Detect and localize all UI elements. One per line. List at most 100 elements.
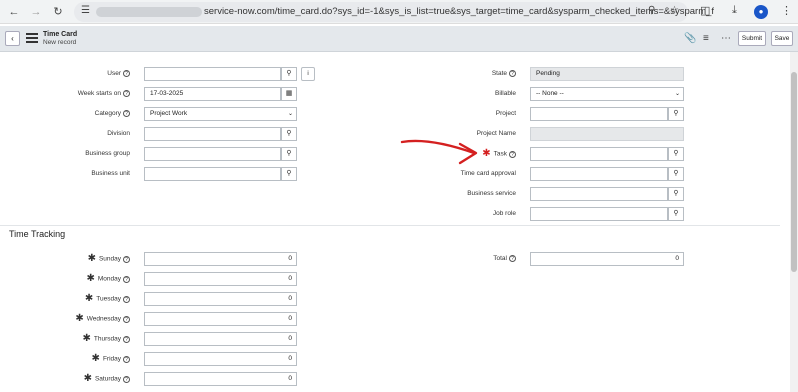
day-hours-input[interactable]: 0 — [144, 372, 297, 386]
required-asterisk-icon: ✱ — [91, 353, 100, 364]
user-input[interactable] — [144, 67, 281, 81]
project-label: Project — [495, 110, 516, 117]
search-icon[interactable]: ⚲ — [281, 67, 297, 81]
forward-arrow-icon[interactable]: → — [28, 4, 44, 20]
category-select[interactable]: Project Work ⌄ — [144, 107, 297, 121]
help-icon: ? — [123, 375, 130, 383]
total-input[interactable]: 0 — [530, 252, 684, 266]
help-icon: ? — [509, 69, 516, 77]
job-role-label: Job role — [492, 210, 516, 217]
day-label: ✱ Tuesday? — [40, 294, 130, 304]
search-icon[interactable]: ⚲ — [668, 147, 684, 161]
help-icon: ? — [123, 255, 130, 263]
search-icon[interactable]: ⚲ — [668, 167, 684, 181]
day-label: ✱ Sunday? — [40, 254, 130, 264]
menu-icon[interactable]: ⋮ — [781, 4, 792, 17]
calendar-icon[interactable]: ▦ — [281, 87, 297, 101]
help-icon: ? — [123, 355, 130, 363]
day-label: ✱ Thursday? — [40, 334, 130, 344]
day-label: ✱ Friday? — [40, 354, 130, 364]
search-icon[interactable]: ⚲ — [281, 127, 297, 141]
time-card-approval-label: Time card approval — [460, 170, 516, 177]
day-hours-input[interactable]: 0 — [144, 252, 297, 266]
search-icon[interactable]: ⚲ — [668, 207, 684, 221]
time-tracking-heading: Time Tracking — [9, 229, 66, 239]
business-group-input[interactable] — [144, 147, 281, 161]
required-asterisk-icon: ✱ — [82, 333, 91, 344]
required-asterisk-icon: ✱ — [75, 313, 84, 324]
category-label: Category? — [40, 109, 130, 119]
business-unit-label: Business unit — [91, 170, 130, 177]
url-text[interactable]: service-now.com/time_card.do?sys_id=-1&s… — [204, 6, 714, 17]
help-icon: ? — [509, 150, 516, 158]
day-hours-input[interactable]: 0 — [144, 352, 297, 366]
division-input[interactable] — [144, 127, 281, 141]
required-asterisk-icon: ✱ — [86, 273, 95, 284]
billable-select[interactable]: -- None -- ⌄ — [530, 87, 684, 101]
settings-sliders-icon[interactable]: ≡ — [703, 33, 709, 44]
download-icon[interactable]: ⤓ — [732, 4, 737, 17]
redacted-domain — [96, 7, 202, 17]
division-label: Division — [107, 130, 130, 137]
job-role-input[interactable] — [530, 207, 668, 221]
star-icon[interactable]: ☆ — [670, 5, 679, 16]
day-hours-input[interactable]: 0 — [144, 332, 297, 346]
tune-icon[interactable]: ☰ — [81, 5, 90, 16]
form-title: Time Card — [43, 31, 78, 38]
day-label: ✱ Saturday? — [40, 374, 130, 384]
day-hours-input[interactable]: 0 — [144, 312, 297, 326]
scrollbar-thumb[interactable] — [791, 72, 797, 272]
business-group-label: Business group — [85, 150, 130, 157]
state-readonly: Pending — [530, 67, 684, 81]
extensions-icon[interactable]: ◫ — [700, 4, 710, 17]
required-asterisk-icon: ✱ — [87, 253, 96, 264]
browser-toolbar: ← → ↻ ☰ service-now.com/time_card.do?sys… — [0, 0, 798, 24]
day-hours-input[interactable]: 0 — [144, 272, 297, 286]
help-icon: ? — [123, 69, 130, 77]
save-button[interactable]: Save — [771, 31, 793, 46]
total-label: Total? — [426, 254, 516, 264]
search-icon[interactable]: ⚲ — [668, 187, 684, 201]
annotation-arrow-icon — [400, 139, 478, 165]
task-input[interactable] — [530, 147, 668, 161]
day-hours-input[interactable]: 0 — [144, 292, 297, 306]
help-icon: ? — [123, 89, 130, 97]
user-label: User? — [40, 69, 130, 79]
profile-icon[interactable]: ● — [754, 5, 768, 19]
chevron-down-icon: ⌄ — [287, 111, 293, 117]
time-card-approval-input[interactable] — [530, 167, 668, 181]
search-icon[interactable]: ⚲ — [281, 167, 297, 181]
state-label: State? — [426, 69, 516, 79]
search-icon[interactable]: ⚲ — [668, 107, 684, 121]
help-icon: ? — [123, 295, 130, 303]
back-arrow-icon[interactable]: ← — [6, 4, 22, 20]
business-service-label: Business service — [467, 190, 516, 197]
help-icon: ? — [509, 254, 516, 262]
search-icon[interactable]: ⚲ — [281, 147, 297, 161]
business-unit-input[interactable] — [144, 167, 281, 181]
attachment-icon[interactable]: 📎 — [684, 33, 696, 44]
week-starts-on-input[interactable]: 17-03-2025 — [144, 87, 281, 101]
required-asterisk-icon: ✱ — [83, 373, 92, 384]
address-bar[interactable]: ☰ service-now.com/time_card.do?sys_id=-1… — [74, 2, 714, 22]
chevron-down-icon: ⌄ — [674, 91, 680, 97]
back-button[interactable]: ‹ — [5, 31, 20, 46]
reload-icon[interactable]: ↻ — [50, 4, 66, 20]
help-icon: ? — [123, 335, 130, 343]
day-label: ✱ Wednesday? — [40, 314, 130, 324]
hamburger-menu-icon[interactable] — [26, 33, 38, 43]
section-divider — [0, 225, 780, 226]
project-input[interactable] — [530, 107, 668, 121]
help-icon: ? — [123, 109, 130, 117]
more-options-icon[interactable]: ⋯ — [721, 33, 731, 44]
help-icon: ? — [123, 315, 130, 323]
required-asterisk-icon: ✱ — [84, 293, 94, 304]
form-subtitle: New record — [43, 39, 77, 46]
day-label: ✱ Monday? — [40, 274, 130, 284]
week-starts-on-label: Week starts on? — [40, 89, 130, 99]
submit-button[interactable]: Submit — [738, 31, 766, 46]
business-service-input[interactable] — [530, 187, 668, 201]
info-icon[interactable]: i — [301, 67, 315, 81]
billable-label: Billable — [495, 90, 516, 97]
zoom-icon[interactable]: ⚲ — [648, 5, 655, 16]
